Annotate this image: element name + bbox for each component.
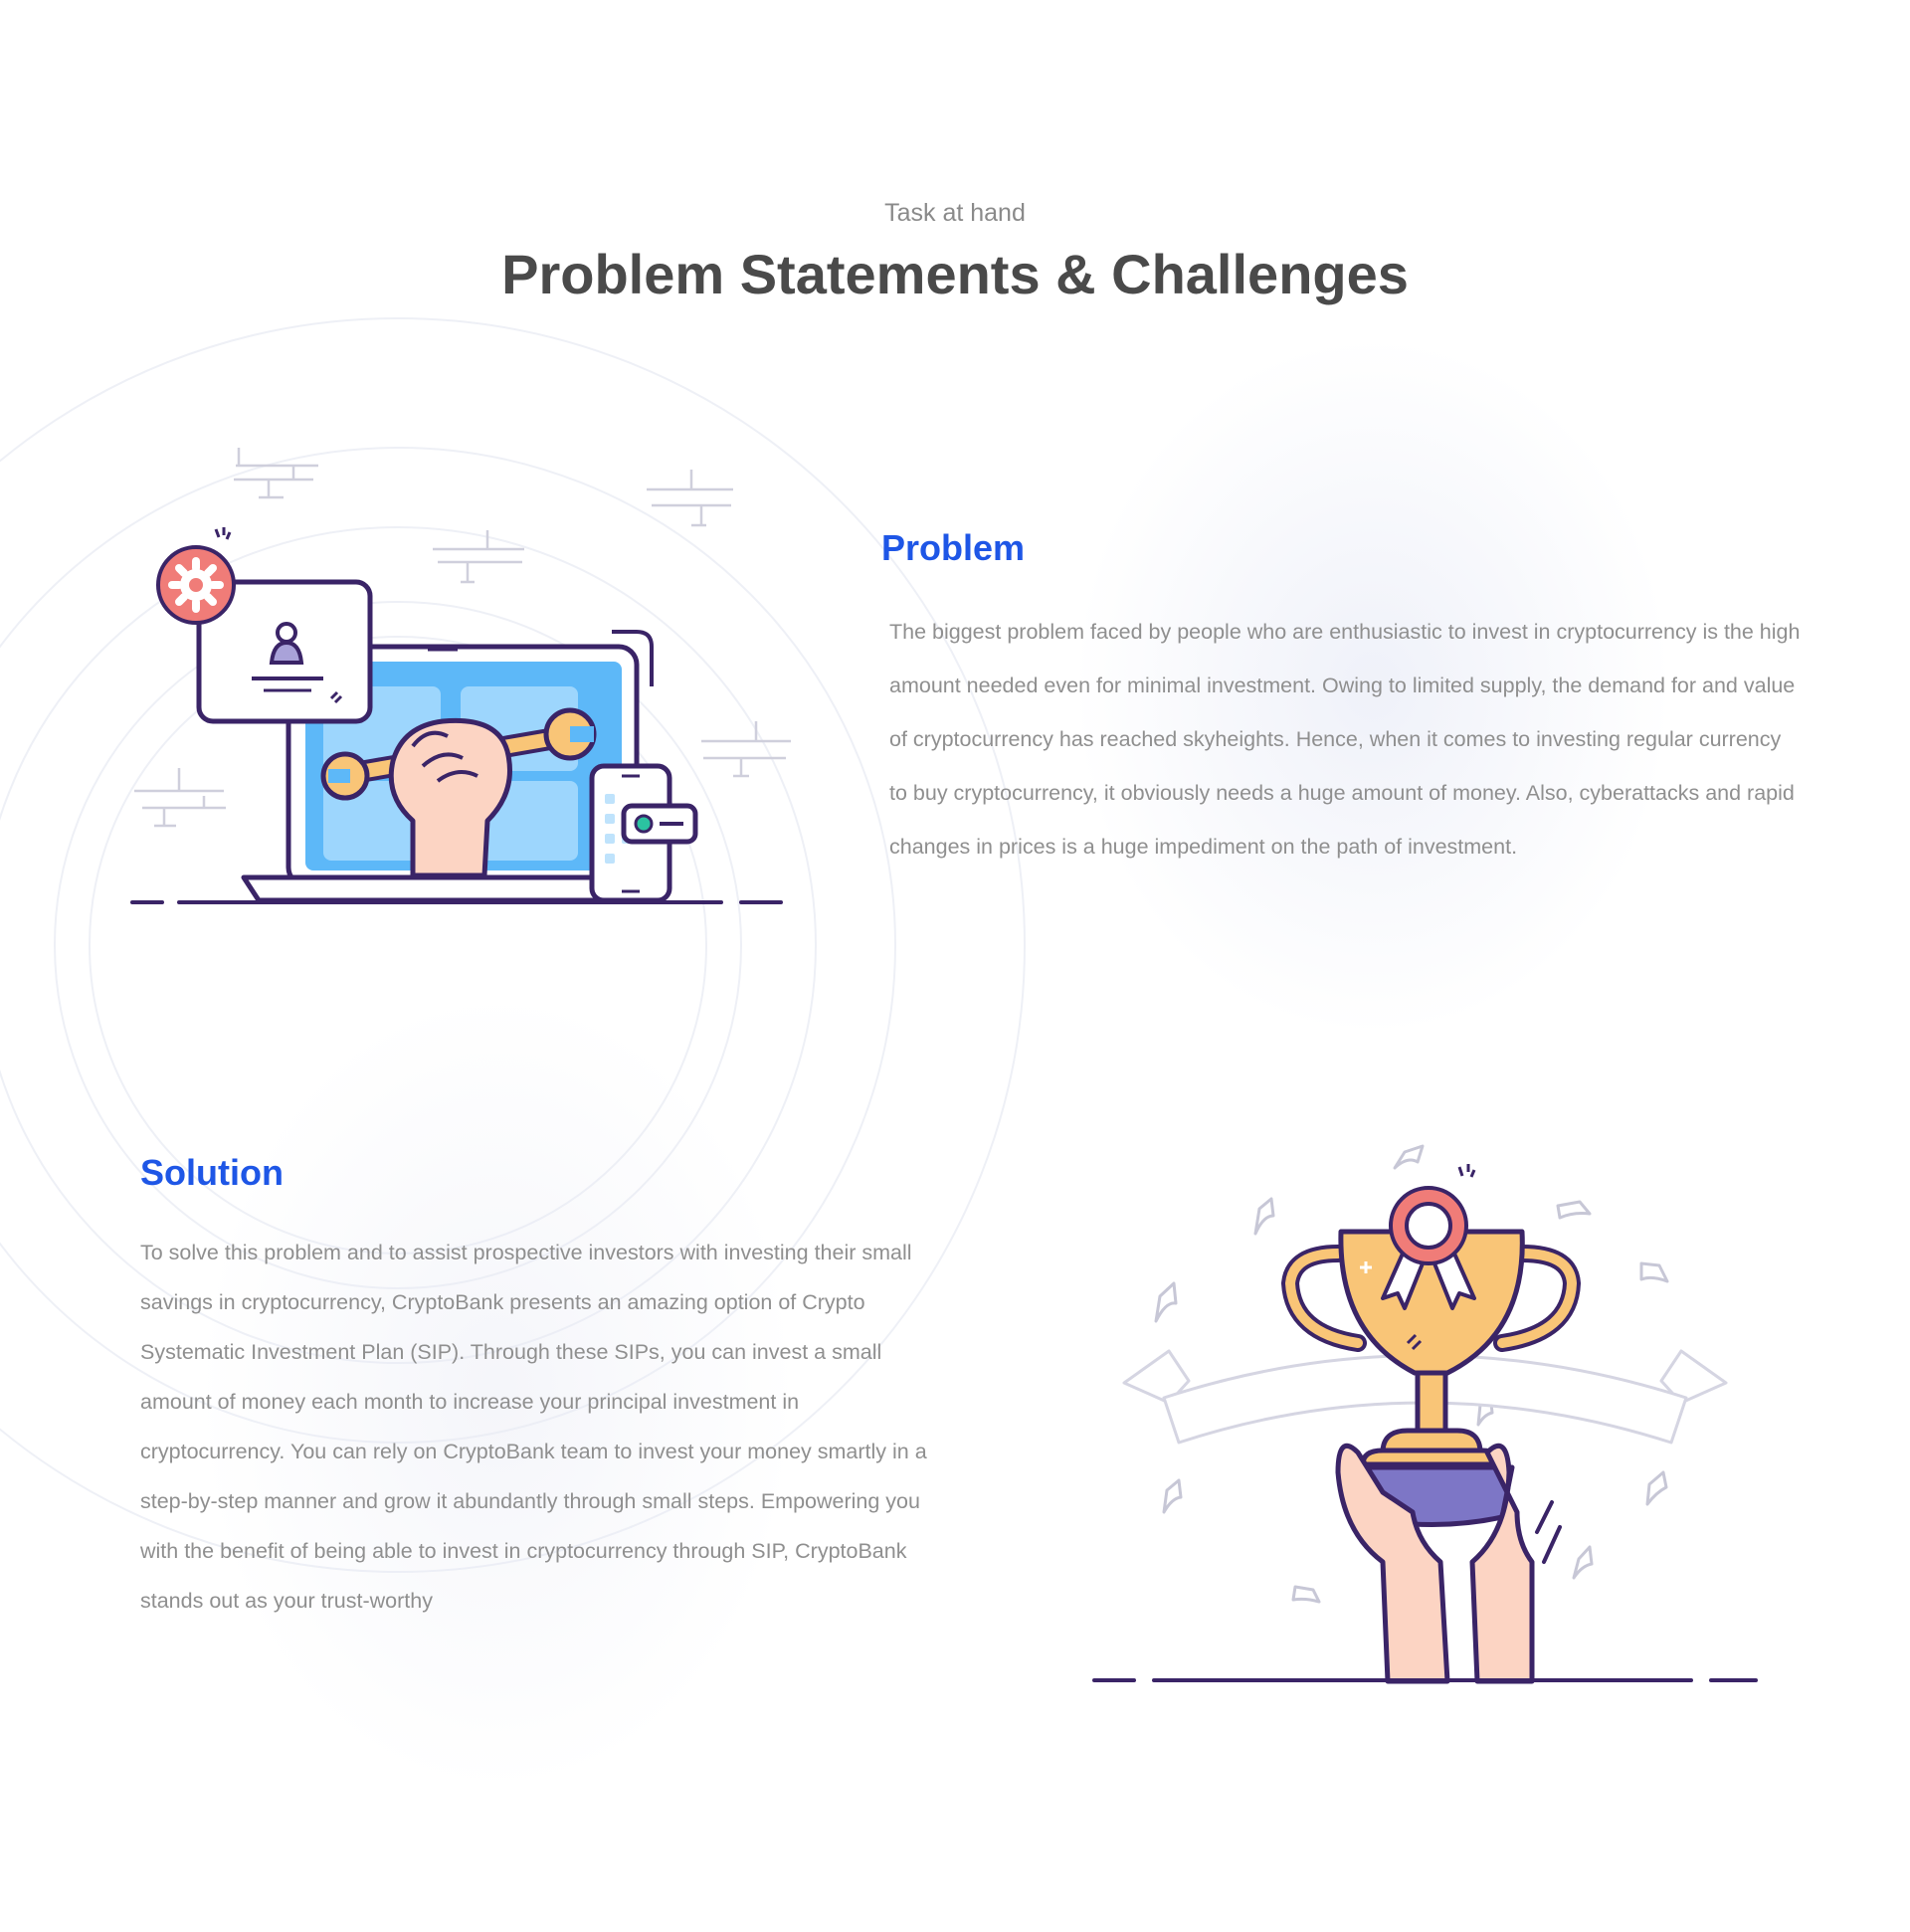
gear-icon — [156, 527, 236, 625]
smartphone-icon — [589, 763, 698, 903]
problem-description: The biggest problem faced by people who … — [889, 620, 1801, 859]
section-eyebrow: Task at hand — [884, 199, 1026, 227]
solution-description: To solve this problem and to assist pros… — [140, 1241, 927, 1613]
problem-heading: Problem — [881, 527, 1026, 568]
laptop-wrench-illustration — [130, 448, 791, 904]
page-title: Problem Statements & Challenges — [501, 243, 1409, 305]
solution-heading: Solution — [140, 1152, 284, 1193]
trophy-hands-illustration — [1092, 1144, 1758, 1684]
